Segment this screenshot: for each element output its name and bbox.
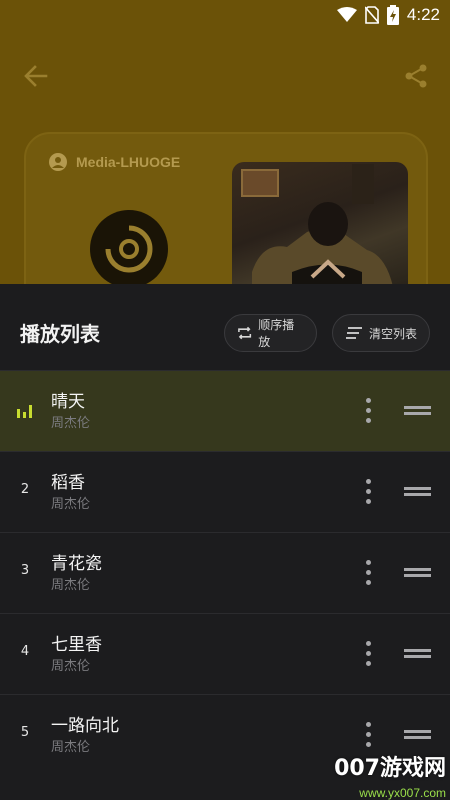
song-title: 晴天 (51, 392, 85, 412)
status-time: 4:22 (406, 5, 440, 24)
card-user: Media-LHUOGE (48, 152, 180, 172)
drag-handle-icon[interactable] (404, 404, 432, 418)
share-icon[interactable] (402, 62, 430, 90)
drag-handle-icon[interactable] (404, 566, 432, 580)
back-arrow-icon[interactable] (22, 62, 50, 90)
song-artist: 周杰伦 (51, 740, 91, 755)
repeat-icon (238, 326, 252, 340)
song-title: 稻香 (51, 473, 85, 493)
status-bar: 4:22 (0, 0, 450, 32)
song-row[interactable]: 2 稻香 周杰伦 (0, 451, 450, 532)
clear-list-label: 清空列表 (369, 326, 418, 341)
playlist-sheet: 播放列表 顺序播放 清空列表 晴天 周杰伦 2 稻香 周杰伦 3 青花瓷 周杰伦… (0, 284, 450, 800)
watermark-url: www.yx007.com (359, 786, 446, 800)
song-title: 青花瓷 (51, 554, 102, 574)
song-row[interactable]: 3 青花瓷 周杰伦 (0, 532, 450, 613)
playlist-header: 播放列表 顺序播放 清空列表 (0, 284, 450, 370)
card-username: Media-LHUOGE (76, 154, 181, 170)
vinyl-disc-icon (90, 210, 168, 288)
wifi-icon (336, 7, 357, 22)
song-artist: 周杰伦 (51, 578, 91, 593)
player-top-bar (0, 56, 450, 96)
song-number: 2 (20, 482, 30, 497)
drag-handle-icon[interactable] (404, 728, 432, 742)
song-artist: 周杰伦 (51, 659, 91, 674)
play-order-label: 顺序播放 (258, 318, 295, 349)
song-number: 5 (20, 725, 30, 740)
no-sim-icon (364, 6, 379, 24)
clear-list-button[interactable]: 清空列表 (332, 314, 430, 352)
battery-charging-icon (386, 5, 399, 25)
song-number: 4 (20, 644, 30, 659)
now-playing-equalizer-icon (17, 405, 34, 418)
more-options-icon[interactable] (358, 477, 380, 507)
song-row-playing[interactable]: 晴天 周杰伦 (0, 370, 450, 451)
play-order-button[interactable]: 顺序播放 (224, 314, 317, 352)
drag-handle-icon[interactable] (404, 647, 432, 661)
more-options-icon[interactable] (358, 639, 380, 669)
song-number: 3 (20, 563, 30, 578)
more-options-icon[interactable] (358, 396, 380, 426)
more-options-icon[interactable] (358, 720, 380, 750)
song-artist: 周杰伦 (51, 497, 91, 512)
song-row[interactable]: 4 七里香 周杰伦 (0, 613, 450, 694)
watermark-text: 007游戏网 (334, 756, 446, 781)
song-list: 晴天 周杰伦 2 稻香 周杰伦 3 青花瓷 周杰伦 4 七里香 周杰伦 5 一路… (0, 370, 450, 775)
player-background: 4:22 Media-LHUOGE (0, 0, 450, 322)
more-options-icon[interactable] (358, 558, 380, 588)
playlist-title: 播放列表 (20, 322, 100, 346)
drag-handle-icon[interactable] (404, 485, 432, 499)
song-title: 一路向北 (51, 716, 119, 736)
song-artist: 周杰伦 (51, 416, 91, 431)
clear-list-icon (346, 327, 362, 339)
user-avatar-icon (49, 153, 67, 171)
song-title: 七里香 (51, 635, 102, 655)
